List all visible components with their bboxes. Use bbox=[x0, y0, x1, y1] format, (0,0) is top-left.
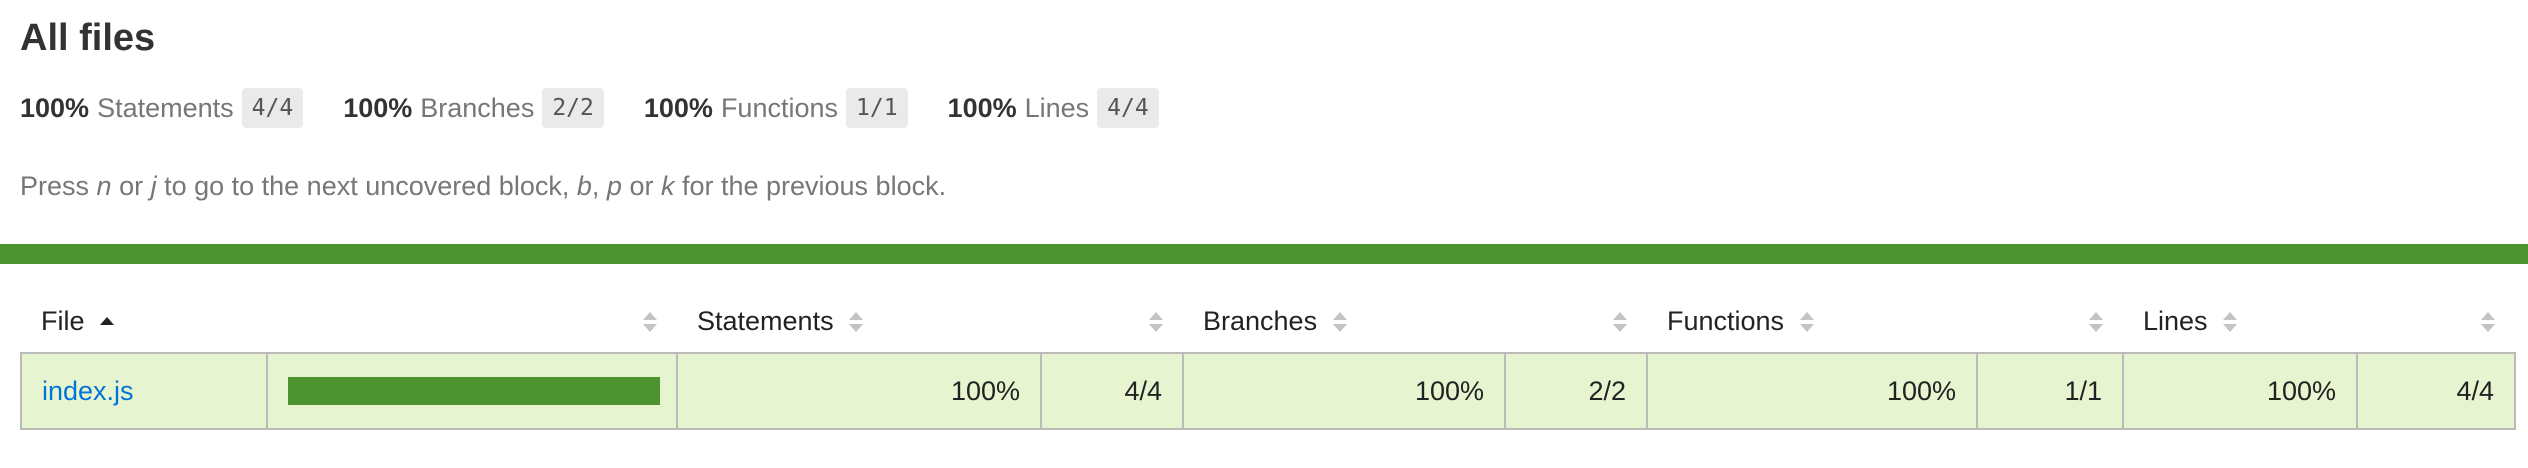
header-branches-raw[interactable] bbox=[1505, 290, 1647, 353]
functions-pct: 100% bbox=[1646, 352, 1978, 430]
header-functions[interactable]: Functions bbox=[1647, 290, 1977, 353]
header-section: All files 100% Statements 4/4 100% Branc… bbox=[0, 0, 2528, 206]
hint-key: n bbox=[96, 171, 112, 201]
branches-fraction: 2/2 bbox=[1504, 352, 1648, 430]
sort-icon bbox=[1332, 311, 1347, 333]
sort-ascending-icon bbox=[100, 311, 115, 333]
hint-text: or bbox=[621, 171, 661, 201]
summary-pct: 100% bbox=[947, 92, 1017, 123]
header-label: File bbox=[41, 305, 85, 336]
summary-label: Lines bbox=[1024, 92, 1090, 123]
header-lines[interactable]: Lines bbox=[2123, 290, 2357, 353]
header-lines-raw[interactable] bbox=[2357, 290, 2515, 353]
hint-text: to go to the next uncovered block, bbox=[156, 171, 577, 201]
sort-icon bbox=[1799, 311, 1814, 333]
statements-pct: 100% bbox=[676, 352, 1042, 430]
hint-key: p bbox=[606, 171, 622, 201]
summary-statements: 100% Statements 4/4 bbox=[20, 88, 304, 128]
hint-text: or bbox=[111, 171, 151, 201]
header-file[interactable]: File bbox=[21, 290, 267, 353]
coverage-table: File Statements Branches Functions Lines… bbox=[20, 290, 2516, 430]
sort-icon bbox=[849, 311, 864, 333]
header-label: Lines bbox=[2143, 305, 2208, 336]
summary-lines: 100% Lines 4/4 bbox=[948, 88, 1159, 128]
header-statements-raw[interactable] bbox=[1041, 290, 1183, 353]
coverage-bar bbox=[288, 377, 660, 405]
sort-icon bbox=[2089, 311, 2103, 333]
hint-key: k bbox=[660, 171, 675, 201]
summary-pct: 100% bbox=[20, 92, 90, 123]
file-cell: index.js bbox=[20, 352, 268, 430]
header-label: Functions bbox=[1667, 305, 1785, 336]
sort-icon bbox=[1613, 311, 1627, 333]
sort-icon bbox=[2223, 311, 2238, 333]
header-label: Branches bbox=[1203, 305, 1318, 336]
branches-pct: 100% bbox=[1182, 352, 1506, 430]
table-header-row: File Statements Branches Functions Lines bbox=[21, 290, 2515, 353]
header-coverage-bar[interactable] bbox=[267, 290, 677, 353]
header-functions-raw[interactable] bbox=[1977, 290, 2123, 353]
statements-fraction: 4/4 bbox=[1040, 352, 1184, 430]
file-link[interactable]: index.js bbox=[42, 376, 134, 406]
hint-key: b bbox=[576, 171, 592, 201]
sort-icon bbox=[1149, 311, 1163, 333]
summary-branches: 100% Branches 2/2 bbox=[343, 88, 604, 128]
page-title: All files bbox=[20, 17, 156, 59]
lines-pct: 100% bbox=[2122, 352, 2358, 430]
functions-fraction: 1/1 bbox=[1976, 352, 2124, 430]
summary-fraction: 4/4 bbox=[241, 88, 304, 128]
summary-pct: 100% bbox=[643, 92, 713, 123]
coverage-bar-cell bbox=[266, 352, 678, 430]
coverage-bar-fill bbox=[288, 377, 660, 405]
hint-text: Press bbox=[20, 171, 97, 201]
coverage-summary: 100% Statements 4/4 100% Branches 2/2 10… bbox=[20, 86, 2508, 130]
hint-text: for the previous block. bbox=[674, 171, 947, 201]
table-row: index.js 100% 4/4 100% 2/2 100% 1/1 100%… bbox=[20, 352, 2516, 430]
sort-icon bbox=[2481, 311, 2495, 333]
hint-text: , bbox=[591, 171, 607, 201]
summary-label: Statements bbox=[97, 92, 234, 123]
header-statements[interactable]: Statements bbox=[677, 290, 1041, 353]
coverage-table-wrapper: File Statements Branches Functions Lines… bbox=[20, 290, 2516, 430]
summary-label: Branches bbox=[420, 92, 535, 123]
coverage-status-line bbox=[0, 244, 2528, 264]
lines-fraction: 4/4 bbox=[2356, 352, 2516, 430]
header-label: Statements bbox=[697, 305, 834, 336]
summary-pct: 100% bbox=[343, 92, 413, 123]
summary-functions: 100% Functions 1/1 bbox=[644, 88, 908, 128]
sort-icon bbox=[643, 311, 657, 333]
header-branches[interactable]: Branches bbox=[1183, 290, 1505, 353]
summary-fraction: 4/4 bbox=[1097, 88, 1159, 128]
summary-fraction: 2/2 bbox=[542, 88, 604, 128]
keyboard-hint: Press n or j to go to the next uncovered… bbox=[20, 166, 2508, 206]
summary-label: Functions bbox=[720, 92, 838, 123]
summary-fraction: 1/1 bbox=[846, 88, 908, 128]
